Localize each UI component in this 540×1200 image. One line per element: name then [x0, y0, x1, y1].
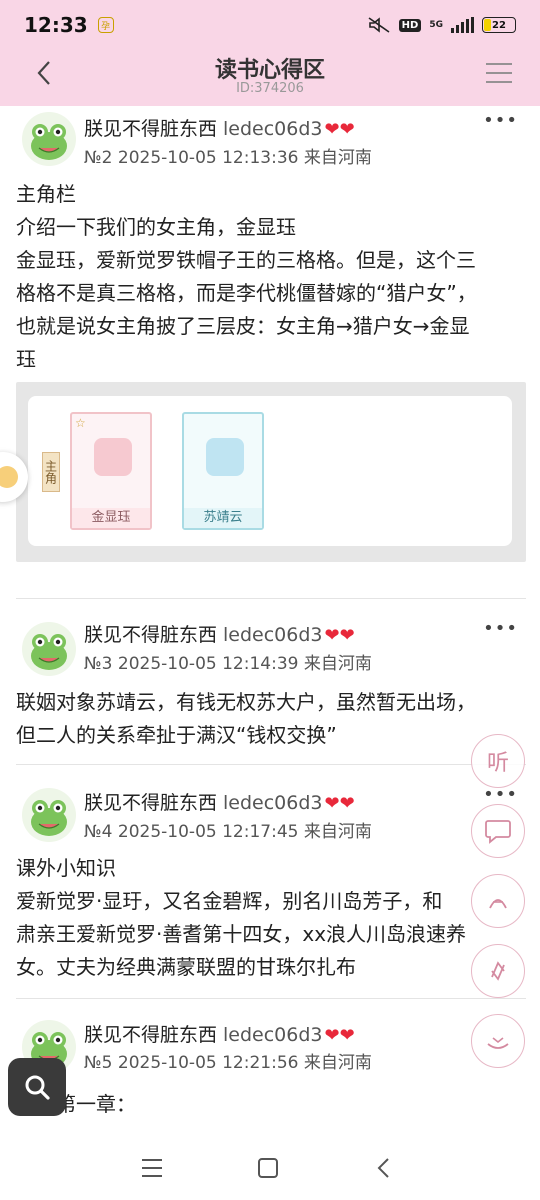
post-meta: №5 2025-10-05 12:21:56 来自河南: [84, 1053, 372, 1073]
user-id: ledec06d3: [223, 624, 323, 646]
page-title: 读书心得区: [214, 58, 325, 83]
post-line: 课外小知识: [16, 856, 116, 880]
post-line: 珏: [16, 347, 36, 371]
user-name-text: 朕见不得脏东西: [84, 118, 218, 140]
post-body: 联姻对象苏靖云，有钱无权苏大户，虽然暂无出场， 但二人的关系牵扯于满汉“钱权交换…: [16, 686, 526, 752]
battery-level: 22: [492, 19, 506, 31]
post-line: 肃亲王爱新觉罗·善耆第十四女，xx浪人川岛浪速养: [16, 922, 467, 946]
frog-avatar-icon: [31, 124, 67, 160]
avatar[interactable]: [22, 788, 76, 842]
divider: [16, 998, 526, 999]
post-list: 朕见不得脏东西 ledec06d3 ❤❤ №2 2025-10-05 12:13:3…: [0, 106, 540, 1136]
status-bar: 12:33 孕 HD 5G 22: [0, 0, 540, 50]
post-body: 主角栏 介绍一下我们的女主角，金显珏 金显珏，爱新觉罗铁帽子王的三格格。但是，这…: [16, 178, 526, 376]
system-nav-bar: [0, 1136, 540, 1200]
user-id: ledec06d3: [223, 118, 323, 140]
post-line: 主角栏: [16, 182, 76, 206]
page-id: ID:374206: [236, 81, 304, 96]
mute-icon: [368, 17, 390, 33]
post-body: 正文第一章：: [16, 1088, 526, 1121]
user-name[interactable]: 朕见不得脏东西 ledec06d3 ❤❤: [84, 788, 355, 815]
character-name: 金显珏: [72, 508, 150, 528]
share-button[interactable]: [471, 944, 525, 998]
search-icon: [25, 1075, 50, 1100]
menu-lines-icon: [142, 1159, 162, 1177]
widget-dot: [0, 466, 18, 488]
menu-icon[interactable]: [484, 60, 514, 86]
follow-button[interactable]: [471, 874, 525, 928]
heart-icon: ❤❤: [324, 1025, 355, 1046]
back-arrow-icon: [377, 1158, 389, 1178]
heart-icon: ❤❤: [324, 793, 355, 814]
home-square-icon: [258, 1158, 278, 1178]
share-icon: [491, 961, 505, 981]
frog-avatar-icon: [31, 800, 67, 836]
post-line: 但二人的关系牵扯于满汉“钱权交换”: [16, 723, 337, 747]
signal-icon: [451, 17, 474, 33]
nav-home-button[interactable]: [246, 1146, 290, 1190]
post-line: 也就是说女主角披了三层皮：女主角→猎户女→金显: [16, 314, 470, 338]
divider: [16, 598, 526, 599]
post-line: 格格不是真三格格，而是李代桃僵替嫁的“猎户女”，: [16, 281, 477, 305]
post-body: 课外小知识 爱新觉罗·显玗，又名金碧辉，别名川岛芳子，和 肃亲王爱新觉罗·善耆第…: [16, 852, 526, 984]
network-label: 5G: [429, 20, 443, 30]
listen-button[interactable]: 听: [471, 734, 525, 788]
app-notification-icon: 孕: [97, 17, 114, 33]
user-name-text: 朕见不得脏东西: [84, 1024, 218, 1046]
battery-icon: 22: [482, 17, 516, 33]
status-time: 12:33: [24, 13, 88, 37]
avatar[interactable]: [22, 112, 76, 166]
post-line: 联姻对象苏靖云，有钱无权苏大户，虽然暂无出场，: [16, 690, 476, 714]
character-card[interactable]: ☆ 金显珏: [70, 412, 152, 530]
user-id: ledec06d3: [223, 792, 323, 814]
post-line: 正文第一章：: [16, 1092, 136, 1116]
user-name[interactable]: 朕见不得脏东西 ledec06d3 ❤❤: [84, 620, 355, 647]
frog-avatar-icon: [31, 634, 67, 670]
character-card[interactable]: 苏靖云: [182, 412, 264, 530]
character-card-block: 主角 ☆ 金显珏 苏靖云: [16, 382, 526, 562]
more-icon[interactable]: •••: [483, 618, 518, 639]
character-card-panel: 主角 ☆ 金显珏 苏靖云: [28, 396, 512, 546]
user-name[interactable]: 朕见不得脏东西 ledec06d3 ❤❤: [84, 1020, 355, 1047]
post-meta: №4 2025-10-05 12:17:45 来自河南: [84, 822, 372, 842]
divider: [16, 764, 526, 765]
user-id: ledec06d3: [223, 1024, 323, 1046]
reward-icon: [487, 1037, 509, 1049]
header: 读书心得区 ID:374206: [0, 50, 540, 106]
post-line: 金显珏，爱新觉罗铁帽子王的三格格。但是，这个三: [16, 248, 476, 272]
post-line: 爱新觉罗·显玗，又名金碧辉，别名川岛芳子，和: [16, 889, 443, 913]
more-icon[interactable]: •••: [483, 110, 518, 131]
post-line: 女。丈夫为经典满蒙联盟的甘珠尔扎布: [16, 955, 356, 979]
post-meta: №3 2025-10-05 12:14:39 来自河南: [84, 654, 372, 674]
heart-icon: ❤❤: [324, 625, 355, 646]
star-icon: ☆: [75, 416, 86, 430]
nav-back-button[interactable]: [362, 1146, 406, 1190]
heart-icon: ❤❤: [324, 119, 355, 140]
post-line: 介绍一下我们的女主角，金显珏: [16, 215, 296, 239]
nav-recents-button[interactable]: [130, 1146, 174, 1190]
follow-icon: [489, 899, 507, 909]
post-meta: №2 2025-10-05 12:13:36 来自河南: [84, 148, 372, 168]
character-name: 苏靖云: [184, 508, 262, 528]
comment-button[interactable]: [471, 804, 525, 858]
hd-badge: HD: [398, 18, 422, 32]
reward-button[interactable]: [471, 1014, 525, 1068]
search-button[interactable]: [8, 1058, 66, 1116]
character-portrait-icon: [206, 438, 244, 476]
user-name[interactable]: 朕见不得脏东西 ledec06d3 ❤❤: [84, 114, 355, 141]
user-name-text: 朕见不得脏东西: [84, 792, 218, 814]
listen-label: 听: [486, 751, 509, 776]
character-portrait-icon: [94, 438, 132, 476]
avatar[interactable]: [22, 622, 76, 676]
user-name-text: 朕见不得脏东西: [84, 624, 218, 646]
comment-icon: [485, 820, 511, 844]
role-label: 主角: [42, 452, 60, 492]
